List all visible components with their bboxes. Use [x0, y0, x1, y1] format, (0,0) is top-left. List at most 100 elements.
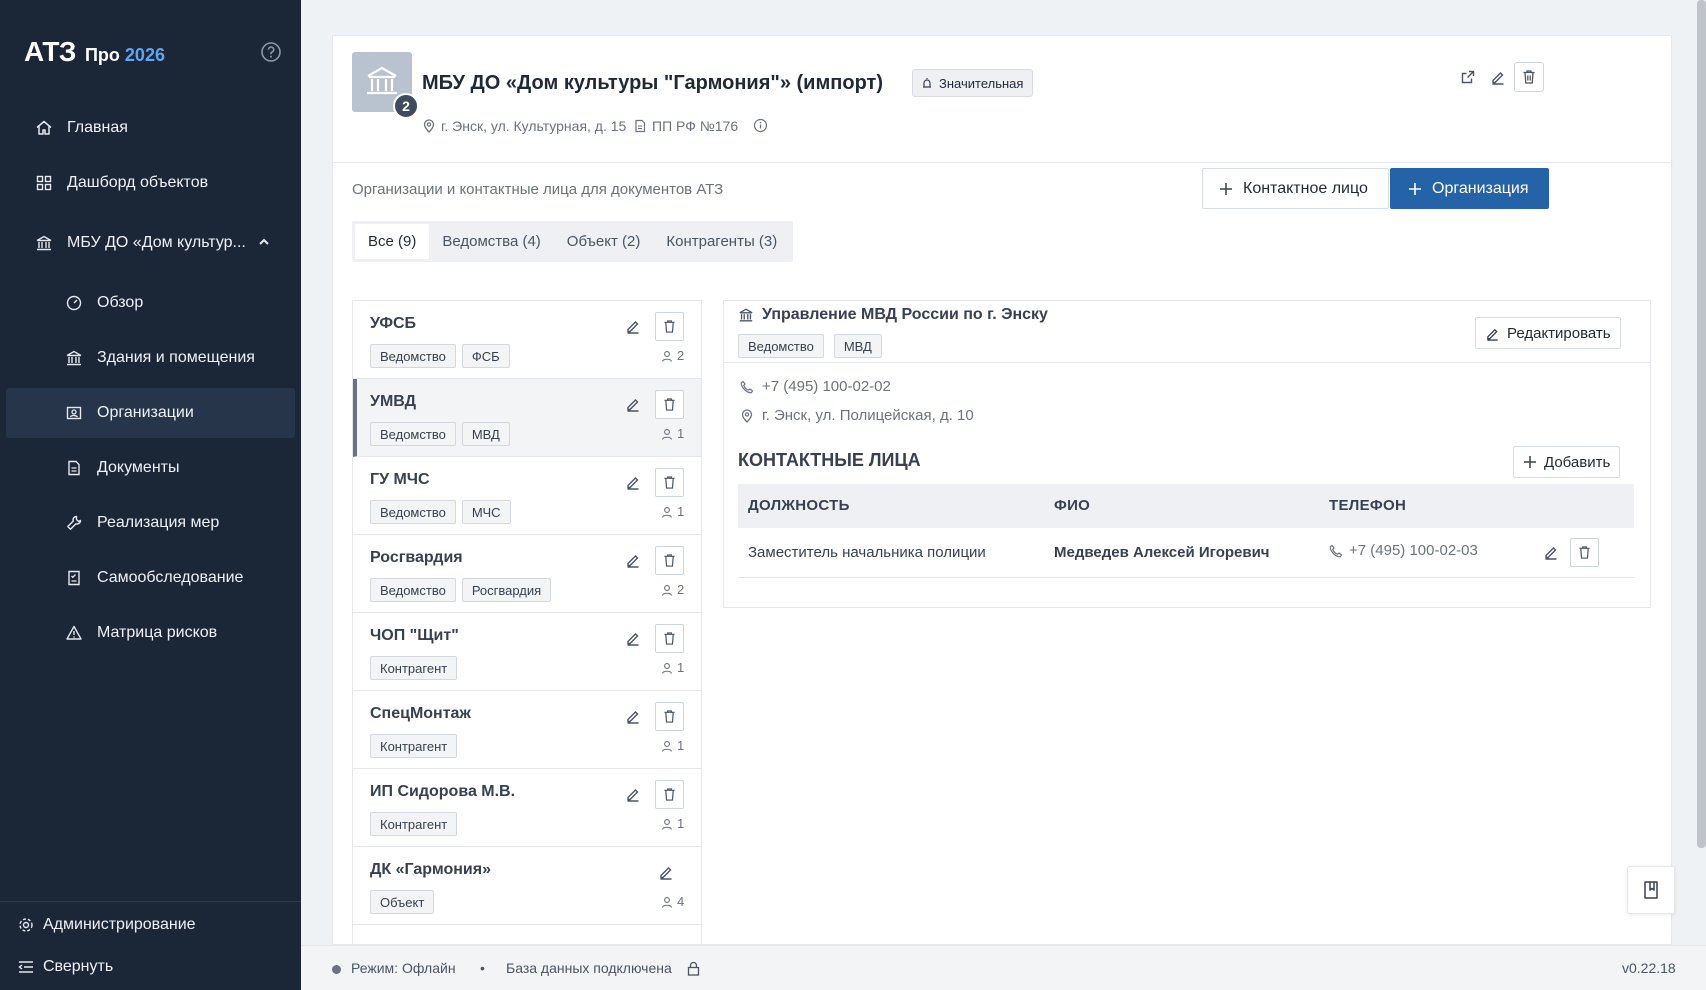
sidebar-item-home[interactable]: Главная	[6, 103, 295, 153]
collapse-label: Свернуть	[43, 958, 114, 975]
info-icon[interactable]	[753, 118, 773, 133]
add-contact-button[interactable]: Контактное лицо	[1202, 168, 1389, 209]
grid-icon	[36, 175, 52, 191]
sidebar-item-self-survey[interactable]: Самообследование	[6, 553, 295, 603]
sidebar-item-buildings[interactable]: Здания и помещения	[6, 333, 295, 383]
contact-count: 1	[661, 738, 684, 753]
detail-tag: Ведомство	[738, 334, 824, 358]
add-organization-button[interactable]: Организация	[1390, 168, 1549, 209]
list-item[interactable]: УФСБ Ведомство ФСБ 2	[353, 301, 701, 379]
delete-button[interactable]	[655, 390, 684, 419]
delete-button[interactable]	[655, 780, 684, 809]
person-icon	[661, 584, 673, 596]
location-icon	[423, 119, 435, 133]
add-contact-person-button[interactable]: Добавить	[1513, 446, 1621, 478]
plus-icon	[1220, 182, 1232, 195]
plus-icon	[1409, 182, 1421, 195]
edit-icon[interactable]	[625, 474, 641, 490]
list-item[interactable]: ЧОП "Щит" Контрагент 1	[353, 613, 701, 691]
list-item[interactable]: ГУ МЧС Ведомство МЧС 1	[353, 457, 701, 535]
status-db: База данных подключена	[506, 960, 672, 976]
trash-icon	[1523, 70, 1535, 84]
delete-button[interactable]	[655, 546, 684, 575]
sidebar-item-organizations[interactable]: Организации	[6, 388, 295, 438]
notes-button[interactable]	[1627, 866, 1675, 914]
delete-button[interactable]	[655, 468, 684, 497]
sidebar-item-overview[interactable]: Обзор	[6, 278, 295, 328]
delete-object-button[interactable]	[1514, 62, 1544, 92]
edit-icon[interactable]	[625, 318, 641, 334]
tab-contractors[interactable]: Контрагенты (3)	[653, 224, 790, 259]
sidebar-item-documents[interactable]: Документы	[6, 443, 295, 493]
org-tag: Росгвардия	[461, 578, 552, 602]
sidebar-item-risk-matrix[interactable]: Матрица рисков	[6, 608, 295, 658]
delete-contact-button[interactable]	[1570, 538, 1599, 567]
chevron-up-icon[interactable]	[257, 235, 271, 249]
help-icon[interactable]	[260, 41, 282, 63]
list-item[interactable]: Росгвардия Ведомство Росгвардия 2	[353, 535, 701, 613]
book-icon	[1644, 881, 1658, 899]
list-item[interactable]: УМВД Ведомство МВД 1	[353, 379, 701, 457]
sidebar-item-admin[interactable]: Администрирование	[6, 900, 295, 950]
person-icon	[661, 740, 673, 752]
sidebar-item-dashboard[interactable]: Дашборд объектов	[6, 158, 295, 208]
list-item[interactable]: СпецМонтаж Контрагент 1	[353, 691, 701, 769]
org-name: ГУ МЧС	[370, 471, 430, 488]
edit-icon[interactable]	[1483, 62, 1513, 92]
contact-count: 1	[661, 504, 684, 519]
phone-icon	[1329, 544, 1343, 557]
detail-phone: +7 (495) 100-02-02	[740, 378, 891, 395]
tab-all[interactable]: Все (9)	[355, 224, 430, 259]
contact-count-value: 1	[677, 426, 685, 441]
object-regulation: ПП РФ №176	[633, 118, 738, 134]
brand-pro-text: Про	[84, 45, 120, 65]
person-icon	[661, 350, 673, 362]
contact-count-value: 1	[677, 660, 685, 675]
organization-list: УФСБ Ведомство ФСБ 2 УМВД Ведомство МВД 1 …	[352, 300, 702, 946]
page-scrollbar[interactable]	[1697, 0, 1706, 848]
sidebar-item-label: Дашборд объектов	[67, 174, 209, 191]
org-tag: Контрагент	[370, 656, 458, 680]
add-organization-label: Организация	[1432, 179, 1529, 197]
edit-icon[interactable]	[625, 552, 641, 568]
delete-button[interactable]	[655, 702, 684, 731]
tab-object[interactable]: Объект (2)	[554, 224, 654, 259]
list-item[interactable]: ИП Сидорова М.В. Контрагент 1	[353, 769, 701, 847]
sidebar-item-label: Документы	[97, 459, 180, 476]
collapse-sidebar-button[interactable]: Свернуть	[6, 944, 295, 990]
sidebar-item-label: Организации	[97, 404, 194, 421]
building-icon	[66, 350, 82, 366]
edit-icon[interactable]	[625, 396, 641, 412]
alert-icon	[923, 78, 931, 88]
sidebar-item-object[interactable]: МБУ ДО «Дом культур...	[6, 218, 295, 268]
main-area: 2 МБУ ДО «Дом культуры "Гармония"» (импо…	[301, 0, 1706, 946]
trash-icon	[664, 632, 675, 645]
tab-agencies[interactable]: Ведомства (4)	[429, 224, 553, 259]
column-header-position: ДОЛЖНОСТЬ	[748, 497, 850, 514]
edit-icon[interactable]	[625, 786, 641, 802]
contact-count: 1	[661, 426, 684, 441]
warning-icon	[66, 625, 82, 640]
edit-organization-button[interactable]: Редактировать	[1475, 317, 1621, 349]
org-tag: МЧС	[461, 500, 511, 524]
open-external-icon[interactable]	[1453, 62, 1483, 92]
sidebar-item-measures[interactable]: Реализация мер	[6, 498, 295, 548]
sidebar-item-label: Обзор	[97, 294, 144, 311]
brand-logo[interactable]: АТЗ Про 2026	[24, 36, 165, 68]
document-icon	[635, 119, 646, 133]
edit-icon[interactable]	[625, 708, 641, 724]
org-name: УМВД	[370, 393, 417, 410]
edit-icon[interactable]	[658, 864, 674, 880]
add-contact-person-label: Добавить	[1544, 453, 1611, 471]
delete-button[interactable]	[655, 624, 684, 653]
edit-icon[interactable]	[1543, 544, 1559, 560]
table-row[interactable]: Заместитель начальника полиции Медведев …	[738, 528, 1634, 578]
edit-icon[interactable]	[625, 630, 641, 646]
list-item[interactable]: ДК «Гармония» Объект 4	[353, 847, 701, 925]
detail-title-text: Управление МВД России по г. Энску	[762, 306, 1048, 323]
sidebar: АТЗ Про 2026 Главная Дашборд объектов МБ…	[0, 0, 301, 990]
status-dot	[332, 965, 341, 974]
org-tag: МВД	[461, 422, 510, 446]
trash-icon	[664, 788, 675, 801]
delete-button[interactable]	[655, 312, 684, 341]
